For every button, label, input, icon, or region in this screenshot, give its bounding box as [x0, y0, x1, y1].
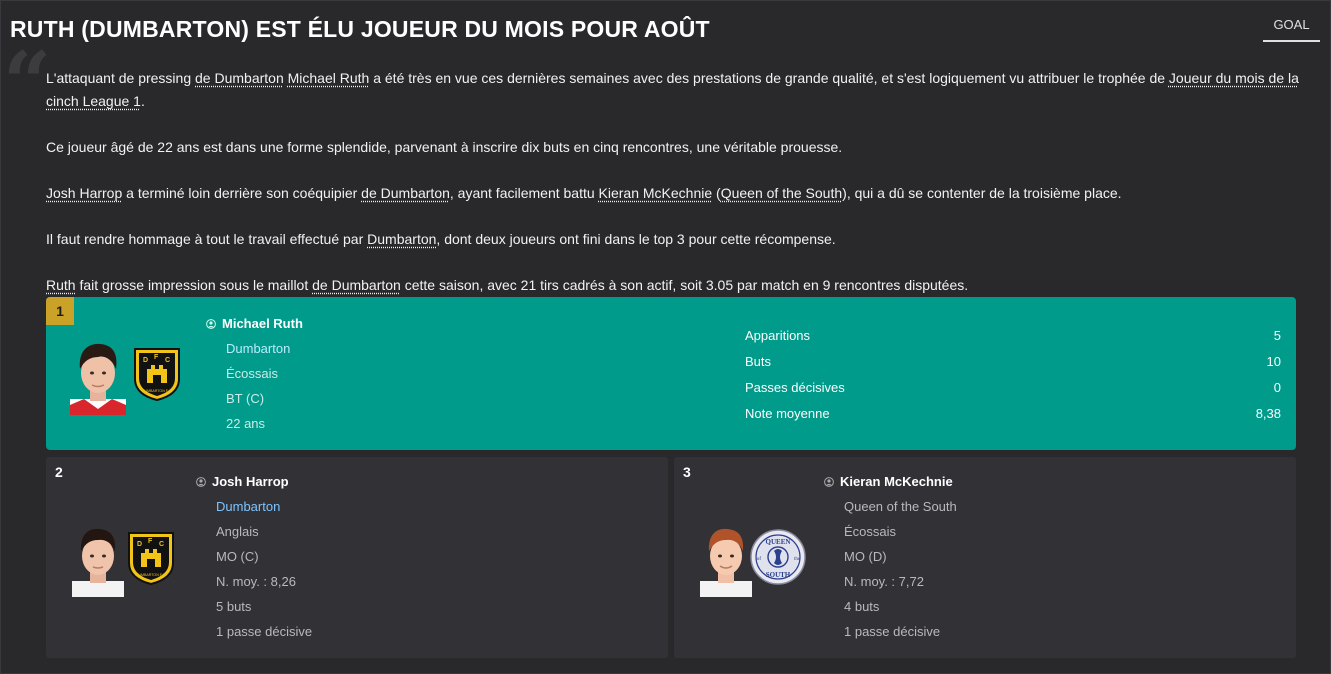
player-goals: 4 buts [844, 599, 880, 614]
player-club[interactable]: Queen of the South [844, 499, 957, 514]
svg-text:F: F [148, 538, 153, 545]
svg-text:C: C [159, 541, 164, 548]
stat-label: Note moyenne [745, 406, 830, 421]
svg-text:D: D [143, 357, 148, 364]
stat-value: 0 [1273, 380, 1281, 395]
player-name-runner-2[interactable]: Josh Harrop [196, 474, 289, 489]
stat-row-goals: Buts 10 [745, 354, 1281, 369]
svg-text:F: F [154, 354, 159, 361]
runner-up-card-3: 3 QUEEN SOUTH of the Kieran McKechnie Qu… [674, 457, 1296, 658]
crest-text: QUEEN [766, 538, 791, 546]
queen-of-the-south-crest-icon[interactable]: QUEEN SOUTH of the [750, 529, 806, 585]
stat-label: Passes décisives [745, 380, 845, 395]
article-paragraph-2: Ce joueur âgé de 22 ans est dans une for… [46, 139, 843, 155]
player-name-winner[interactable]: Michael Ruth [206, 316, 303, 331]
link-dumbarton[interactable]: Dumbarton [367, 231, 436, 247]
player-face-kieran-mckechnie[interactable] [696, 523, 756, 597]
text: , dont deux joueurs ont fini dans le top… [436, 231, 836, 247]
article-body: L'attaquant de pressing de Dumbarton Mic… [46, 67, 1301, 297]
runner-up-card-2: 2 D F C DUMBARTON F.C. Josh Harrop Dumba… [46, 457, 668, 658]
stat-label: Apparitions [745, 328, 811, 343]
stat-value: 8,38 [1255, 406, 1281, 421]
player-position: BT (C) [226, 391, 265, 406]
person-icon [824, 477, 834, 487]
text: L'attaquant de pressing [46, 70, 196, 86]
crest-text: SOUTH [766, 571, 791, 579]
player-average-rating: N. moy. : 8,26 [216, 574, 296, 589]
rank-badge: 1 [46, 297, 74, 325]
stat-value: 10 [1266, 354, 1281, 369]
player-average-rating: N. moy. : 7,72 [844, 574, 924, 589]
stat-row-assists: Passes décisives 0 [745, 380, 1281, 395]
text: . [140, 93, 145, 109]
svg-text:C: C [165, 357, 170, 364]
player-club[interactable]: Dumbarton [216, 499, 280, 514]
svg-text:D: D [137, 541, 142, 548]
link-josh-harrop[interactable]: Josh Harrop [46, 185, 122, 201]
link-michael-ruth[interactable]: Michael Ruth [288, 70, 370, 86]
crest-text: DUMBARTON F.C. [136, 573, 166, 577]
article-paragraph-3: Josh Harrop a terminé loin derrière son … [46, 182, 1301, 205]
link-dumbarton[interactable]: de Dumbarton [312, 277, 401, 293]
link-kieran-mckechnie[interactable]: Kieran McKechnie [599, 185, 713, 201]
player-name-text: Josh Harrop [212, 474, 289, 489]
crest-text: of [757, 557, 762, 562]
player-assists: 1 passe décisive [216, 624, 313, 639]
text: cette saison, avec 21 tirs cadrés à son … [400, 277, 969, 293]
player-name-text: Kieran McKechnie [840, 474, 953, 489]
news-header: RUTH (DUMBARTON) EST ÉLU JOUEUR DU MOIS … [1, 1, 1330, 59]
text: a été très en vue ces dernières semaines… [369, 70, 1169, 86]
player-nationality: Écossais [226, 366, 279, 381]
rank-number: 2 [55, 464, 63, 480]
article-paragraph-5: Ruth fait grosse impression sous le mail… [46, 274, 1301, 297]
news-title: RUTH (DUMBARTON) EST ÉLU JOUEUR DU MOIS … [10, 16, 710, 42]
crest-text: DUMBARTON F.C. [142, 389, 172, 393]
link-dumbarton[interactable]: de Dumbarton [195, 70, 284, 86]
player-goals: 5 buts [216, 599, 252, 614]
text: , ayant facilement battu [449, 185, 599, 201]
player-position: MO (C) [216, 549, 259, 564]
person-icon [206, 319, 216, 329]
stat-row-appearances: Apparitions 5 [745, 328, 1281, 343]
news-item-view: RUTH (DUMBARTON) EST ÉLU JOUEUR DU MOIS … [0, 0, 1331, 674]
player-position: MO (D) [844, 549, 887, 564]
rank-number: 3 [683, 464, 691, 480]
stat-value: 5 [1273, 328, 1281, 343]
player-face-josh-harrop[interactable] [68, 523, 128, 597]
person-icon [196, 477, 206, 487]
text: fait grosse impression sous le maillot [75, 277, 313, 293]
text: ), qui a dû se contenter de la troisième… [842, 185, 1122, 201]
text: a terminé loin derrière son coéquipier [122, 185, 362, 201]
winner-card: 1 D F C DUMBARTON F.C. Michael Ruth Dumb… [46, 297, 1296, 450]
player-name-runner-3[interactable]: Kieran McKechnie [824, 474, 953, 489]
link-dumbarton[interactable]: de Dumbarton [361, 185, 450, 201]
link-queen-of-the-south[interactable]: Queen of the South [721, 185, 842, 201]
stat-label: Buts [745, 354, 772, 369]
quote-icon: “ [3, 33, 52, 132]
player-age: 22 ans [226, 416, 266, 431]
source-tab-goal[interactable]: GOAL [1263, 17, 1320, 42]
player-assists: 1 passe décisive [844, 624, 941, 639]
link-ruth[interactable]: Ruth [46, 277, 76, 293]
stat-row-average-rating: Note moyenne 8,38 [745, 406, 1281, 421]
player-nationality: Écossais [844, 524, 897, 539]
player-club[interactable]: Dumbarton [226, 341, 290, 356]
dumbarton-crest-icon[interactable]: D F C DUMBARTON F.C. [129, 345, 185, 401]
player-face-michael-ruth[interactable] [64, 339, 132, 415]
article-paragraph-1: L'attaquant de pressing de Dumbarton Mic… [46, 67, 1301, 113]
dumbarton-crest-icon[interactable]: D F C DUMBARTON F.C. [123, 529, 179, 585]
player-name-text: Michael Ruth [222, 316, 303, 331]
crest-text: the [794, 557, 801, 562]
article-paragraph-4: Il faut rendre hommage à tout le travail… [46, 228, 1301, 251]
text: Il faut rendre hommage à tout le travail… [46, 231, 368, 247]
text: ( [712, 185, 721, 201]
player-nationality: Anglais [216, 524, 259, 539]
